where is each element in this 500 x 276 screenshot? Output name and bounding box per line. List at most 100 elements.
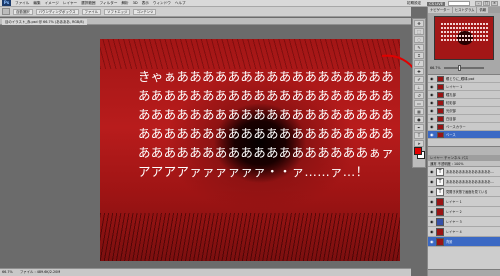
layer-comps-panel: ◉ 眼とりに_眼球.psd ◉ レイヤー 1 ◉ 瞳孔部 ◉ 虹彩部 ◉ 光沢部 ◉ 白目部… xyxy=(428,75,500,147)
layer-thumbnail xyxy=(437,115,444,122)
list-item[interactable]: ◉ 光沢部 xyxy=(428,107,500,115)
path-select-tool-icon[interactable]: ➤ xyxy=(414,140,424,147)
layer-name: ああああああああああああああ… xyxy=(446,180,494,184)
minimize-icon[interactable]: – xyxy=(475,1,482,6)
menu-image[interactable]: イメージ xyxy=(45,1,59,6)
menu-help[interactable]: ヘルプ xyxy=(175,1,186,6)
tab-layers[interactable]: レイヤー xyxy=(430,156,443,160)
layer-row[interactable]: ◉ レイヤー 2 xyxy=(428,207,500,217)
eyedropper-tool-icon[interactable]: ⁄ xyxy=(414,60,424,67)
menu-3d[interactable]: 3D xyxy=(133,1,138,5)
list-item-label: 白目部 xyxy=(446,117,456,121)
eye-icon[interactable]: ◉ xyxy=(430,84,435,89)
eye-icon[interactable]: ◉ xyxy=(430,239,435,245)
eye-icon[interactable]: ◉ xyxy=(430,179,435,185)
quick-select-tool-icon[interactable]: ✎ xyxy=(414,44,424,51)
menu-select[interactable]: 選択範囲 xyxy=(81,1,95,6)
canvas-text-line: アアアアァァァァァァ・・ァ……ァ…！ xyxy=(138,164,369,179)
document-tab[interactable]: 目のイラスト_赤.psd @ 66.7% (ああああ, RGB/8) xyxy=(2,19,87,25)
eyelash-texture-bottom xyxy=(100,213,400,261)
foreground-color-swatch[interactable] xyxy=(414,147,422,155)
list-item[interactable]: ◉ ベースカラー xyxy=(428,123,500,131)
eye-icon[interactable]: ◉ xyxy=(430,76,435,81)
pen-tool-icon[interactable]: ✒ xyxy=(414,124,424,131)
list-item[interactable]: ◉ 虹彩部 xyxy=(428,99,500,107)
layer-row[interactable]: ◉ T 見開き状態で画面を見ている xyxy=(428,187,500,197)
lasso-tool-icon[interactable]: ◌ xyxy=(414,36,424,43)
panel-dock: ナビゲーター ヒストグラム 情報 66.7% ◉ 眼とりに_眼球.psd ◉ レイヤ… xyxy=(427,7,500,276)
crop-tool-icon[interactable]: ⌗ xyxy=(414,52,424,59)
zoom-slider[interactable] xyxy=(444,65,485,71)
tab-paths[interactable]: パス xyxy=(462,156,469,160)
eye-icon[interactable]: ◉ xyxy=(430,209,435,215)
eye-icon[interactable]: ◉ xyxy=(430,219,435,225)
brush-tool-icon[interactable]: ✐ xyxy=(414,76,424,83)
eye-icon[interactable]: ◉ xyxy=(430,100,435,105)
blend-mode-select[interactable]: 通常 xyxy=(430,162,437,166)
opacity-field[interactable]: 不透明度 : 100% xyxy=(438,162,464,166)
list-item[interactable]: ◉ 瞳孔部 xyxy=(428,91,500,99)
maximize-icon[interactable]: □ xyxy=(483,1,490,6)
dodge-tool-icon[interactable]: ● xyxy=(414,116,424,123)
eye-icon[interactable]: ◉ xyxy=(430,124,435,129)
eye-icon[interactable]: ◉ xyxy=(430,92,435,97)
menu-edit[interactable]: 編集 xyxy=(33,1,40,6)
close-icon[interactable]: × xyxy=(491,1,498,6)
menu-filter[interactable]: フィルター xyxy=(100,1,118,6)
layer-name: ああああああああああああああ… xyxy=(446,170,494,174)
option-5[interactable]: コンテンツ xyxy=(133,8,157,15)
list-item[interactable]: ◉ レイヤー 1 xyxy=(428,83,500,91)
type-tool-icon[interactable]: T xyxy=(414,132,424,139)
marquee-tool-icon[interactable]: ⬚ xyxy=(414,28,424,35)
navigator-zoom-value[interactable]: 66.7% xyxy=(430,66,440,70)
layer-row[interactable]: ◉ レイヤー 1 xyxy=(428,197,500,207)
menu-file[interactable]: ファイル xyxy=(15,1,29,6)
layer-row-selected[interactable]: ◉ 背景 xyxy=(428,237,500,247)
zoom-level[interactable]: 66.7% xyxy=(2,270,13,274)
menu-window[interactable]: ウィンドウ xyxy=(153,1,171,6)
layer-row[interactable]: ◉ レイヤー 3 xyxy=(428,217,500,227)
gradient-tool-icon[interactable]: ▦ xyxy=(414,108,424,115)
tab-channels[interactable]: チャンネル xyxy=(444,156,460,160)
zoom-slider-knob[interactable] xyxy=(458,65,462,71)
eyelash-texture-top xyxy=(100,39,400,69)
eye-icon[interactable]: ◉ xyxy=(430,132,435,137)
history-brush-icon[interactable]: ↺ xyxy=(414,92,424,99)
list-item-selected[interactable]: ◉ ベース xyxy=(428,131,500,139)
type-layer-icon: T xyxy=(436,167,444,176)
option-4[interactable]: ソフトエッジ xyxy=(104,8,131,15)
layer-thumbnail xyxy=(437,99,444,106)
stamp-tool-icon[interactable]: ⊥ xyxy=(414,84,424,91)
layer-row[interactable]: ◉ T ああああああああああああああ… xyxy=(428,177,500,187)
move-tool-icon[interactable]: ✥ xyxy=(414,20,424,27)
navigator-zoom: 66.7% xyxy=(430,65,498,71)
eye-icon[interactable]: ◉ xyxy=(430,199,435,205)
eye-icon[interactable]: ◉ xyxy=(430,169,435,175)
canvas-text-layer[interactable]: きゃぁあああああああああああああああああ あああああああああああああああああああ… xyxy=(138,67,398,181)
thumb-text-line xyxy=(441,23,489,25)
cs-live-button[interactable]: CS LIVE xyxy=(427,1,445,6)
move-tool-icon[interactable] xyxy=(2,8,10,15)
menu-analysis[interactable]: 解析 xyxy=(121,1,128,6)
workspace-label[interactable]: 初期設定 xyxy=(407,1,421,6)
healing-tool-icon[interactable]: ✚ xyxy=(414,68,424,75)
eraser-tool-icon[interactable]: ▭ xyxy=(414,100,424,107)
eye-icon[interactable]: ◉ xyxy=(430,229,435,235)
document-canvas[interactable]: きゃぁあああああああああああああああああ あああああああああああああああああああ… xyxy=(100,39,400,261)
eye-icon[interactable]: ◉ xyxy=(430,116,435,121)
list-item[interactable]: ◉ 白目部 xyxy=(428,115,500,123)
option-bounding-box[interactable]: バウンディングボックス xyxy=(35,8,79,15)
option-3[interactable]: ファイル xyxy=(81,8,102,15)
layer-row[interactable]: ◉ T ああああああああああああああ… xyxy=(428,167,500,177)
eye-icon[interactable]: ◉ xyxy=(430,189,435,195)
navigator-thumbnail[interactable] xyxy=(434,16,494,60)
layer-row[interactable]: ◉ レイヤー 4 xyxy=(428,227,500,237)
list-item-label: ベース xyxy=(446,133,456,137)
menu-layer[interactable]: レイヤー xyxy=(63,1,77,6)
eye-icon[interactable]: ◉ xyxy=(430,108,435,113)
option-auto-select[interactable]: 自動選択 xyxy=(13,8,33,15)
layers-panel-footer xyxy=(428,269,500,276)
list-item[interactable]: ◉ 眼とりに_眼球.psd xyxy=(428,75,500,83)
help-search-input[interactable] xyxy=(448,1,470,6)
menu-view[interactable]: 表示 xyxy=(142,1,149,6)
